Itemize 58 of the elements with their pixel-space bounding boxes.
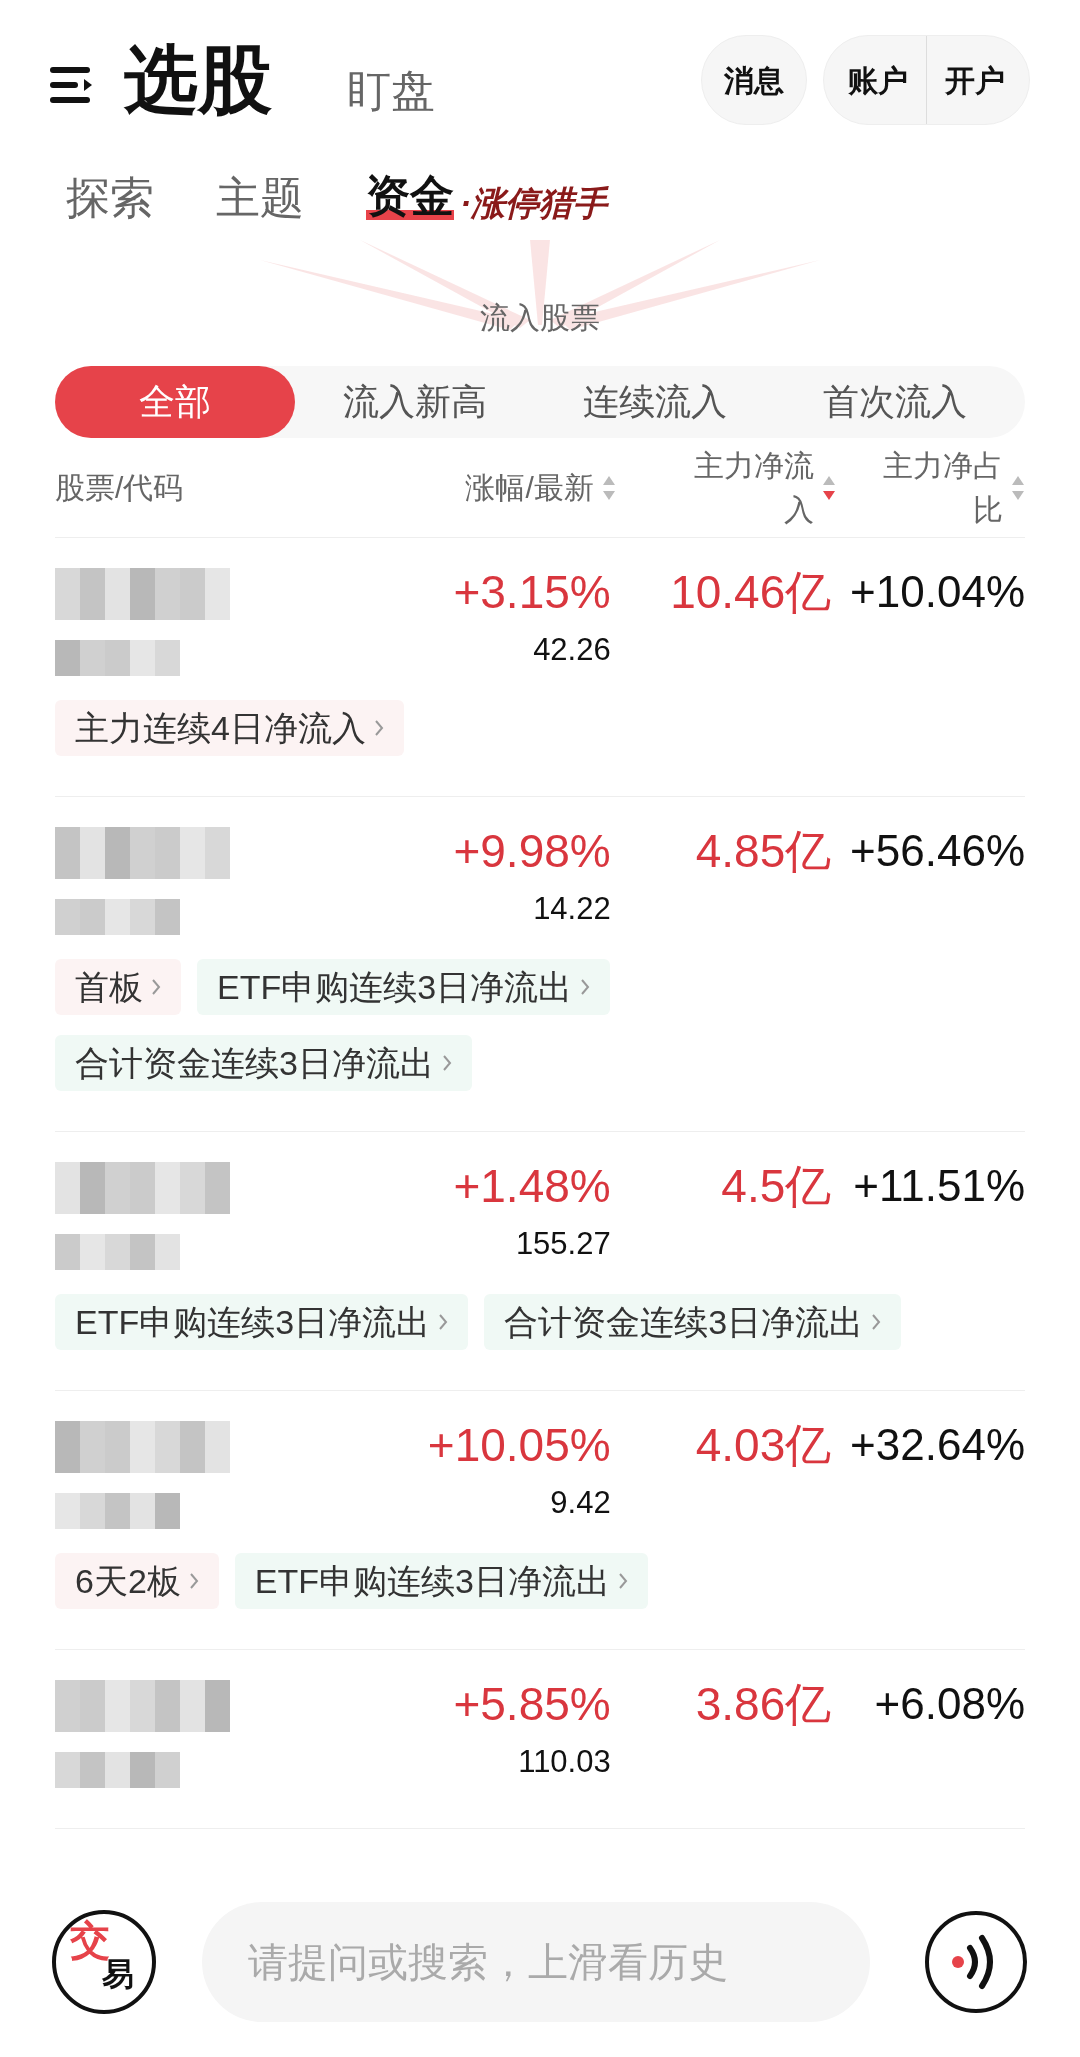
open-account-button[interactable]: 开户 xyxy=(926,36,1023,124)
net-ratio: +11.51% xyxy=(853,1160,1025,1212)
voice-icon xyxy=(924,1910,1028,2014)
slogan-text: ·涨停猎手 xyxy=(460,186,608,220)
net-ratio: +32.64% xyxy=(850,1419,1025,1471)
trade-button[interactable]: 交 易 xyxy=(52,1910,156,2014)
search-field[interactable]: 请提问或搜索，上滑看历史 xyxy=(202,1902,870,2022)
change-percent: +5.85% xyxy=(453,1677,611,1732)
signal-tag[interactable]: 6天2板 xyxy=(55,1553,219,1609)
latest-price: 155.27 xyxy=(515,1225,611,1263)
change-percent: +1.48% xyxy=(453,1159,611,1214)
view-tab[interactable]: 选股 xyxy=(124,43,272,117)
signal-tag[interactable]: 合计资金连续3日净流出 xyxy=(55,1035,472,1091)
chevron-icon xyxy=(188,1572,199,1590)
chevron-icon xyxy=(151,978,161,996)
net-inflow: 3.86亿 xyxy=(695,1677,832,1732)
chevron-icon xyxy=(617,1572,628,1590)
filter-tab[interactable]: 流入新高 xyxy=(295,366,535,438)
chevron-icon xyxy=(438,1313,449,1331)
net-inflow: 4.03亿 xyxy=(695,1418,832,1473)
latest-price: 14.22 xyxy=(533,890,611,928)
net-ratio: +10.04% xyxy=(850,566,1025,618)
column-header[interactable]: 涨幅/最新 xyxy=(465,465,594,510)
signal-tag[interactable]: 合计资金连续3日净流出 xyxy=(484,1294,902,1350)
signal-tag[interactable]: 首板 xyxy=(55,959,181,1015)
change-percent: +9.98% xyxy=(453,824,611,879)
latest-price: 42.26 xyxy=(533,631,611,669)
signal-tag[interactable]: ETF申购连续3日净流出 xyxy=(55,1294,469,1350)
chevron-icon xyxy=(441,1054,452,1072)
category-tab[interactable]: 主题 xyxy=(216,176,304,220)
category-tab[interactable]: 资金 xyxy=(366,174,454,220)
column-header[interactable]: 股票/代码 xyxy=(55,465,184,510)
net-inflow: 4.85亿 xyxy=(695,824,832,879)
category-tab[interactable]: 探索 xyxy=(66,176,154,220)
net-inflow: 10.46亿 xyxy=(670,565,832,620)
column-header[interactable]: 主力净占比 xyxy=(881,443,1003,532)
chevron-icon xyxy=(580,978,591,996)
filter-tab[interactable]: 连续流入 xyxy=(535,366,775,438)
latest-price: 110.03 xyxy=(518,1743,611,1781)
net-inflow: 4.5亿 xyxy=(721,1159,832,1214)
signal-tag[interactable]: ETF申购连续3日净流出 xyxy=(234,1553,648,1609)
chevron-icon xyxy=(871,1313,882,1331)
chevron-icon xyxy=(373,719,384,737)
latest-price: 9.42 xyxy=(550,1484,611,1522)
change-percent: +3.15% xyxy=(453,565,611,620)
account-button[interactable]: 账户 xyxy=(830,36,926,124)
change-percent: +10.05% xyxy=(427,1418,611,1473)
signal-tag[interactable]: 主力连续4日净流入 xyxy=(55,700,404,756)
net-ratio: +6.08% xyxy=(874,1678,1025,1730)
view-tab[interactable]: 盯盘 xyxy=(347,69,435,113)
voice-button[interactable] xyxy=(924,1910,1028,2014)
net-ratio: +56.46% xyxy=(850,825,1025,877)
filter-tab[interactable]: 全部 xyxy=(55,366,295,438)
signal-tag[interactable]: ETF申购连续3日净流出 xyxy=(197,959,611,1015)
column-header[interactable]: 主力净流入 xyxy=(692,443,815,532)
section-title: 流入股票 xyxy=(480,300,600,336)
messages-button[interactable]: 消息 xyxy=(701,35,807,125)
filter-tab[interactable]: 首次流入 xyxy=(775,366,1015,438)
